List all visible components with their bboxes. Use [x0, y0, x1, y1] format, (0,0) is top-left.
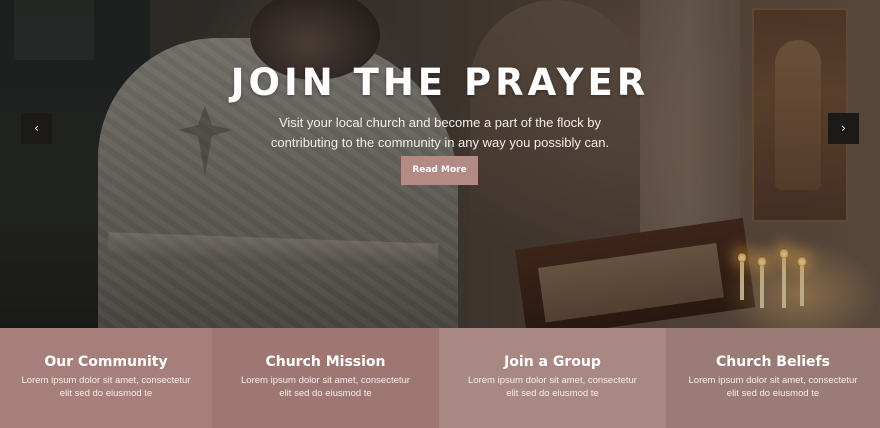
feature-description-line: elit sed do eiusmod te	[506, 388, 599, 399]
chevron-left-icon: ‹	[34, 121, 39, 135]
feature-description-line: elit sed do eiusmod te	[726, 388, 820, 399]
feature-description-line: Lorem ipsum dolor sit amet, consectetur	[688, 375, 858, 386]
feature-description-line: Lorem ipsum dolor sit amet, consectetur	[21, 375, 191, 386]
read-more-button[interactable]: Read More	[401, 156, 478, 185]
slider-next-button[interactable]: ›	[828, 113, 859, 144]
feature-box-our-community[interactable]: Our Community Lorem ipsum dolor sit amet…	[0, 328, 212, 428]
feature-box-church-mission[interactable]: Church Mission Lorem ipsum dolor sit ame…	[212, 328, 439, 428]
feature-box-join-a-group[interactable]: Join a Group Lorem ipsum dolor sit amet,…	[439, 328, 666, 428]
hero-subtitle: Visit your local church and become a par…	[240, 113, 640, 153]
feature-description-line: Lorem ipsum dolor sit amet, consectetur	[241, 375, 410, 386]
feature-box-church-beliefs[interactable]: Church Beliefs Lorem ipsum dolor sit ame…	[666, 328, 880, 428]
hero-subtitle-line: contributing to the community in any way…	[270, 135, 610, 150]
feature-title: Church Beliefs	[716, 354, 830, 370]
feature-description: Lorem ipsum dolor sit amet, consectetur …	[231, 374, 421, 400]
page: JOIN THE PRAYER Visit your local church …	[0, 0, 880, 428]
feature-description-line: elit sed do eiusmod te	[59, 388, 153, 399]
hero-title: JOIN THE PRAYER	[230, 61, 650, 104]
feature-description-line: Lorem ipsum dolor sit amet, consectetur	[468, 375, 637, 386]
feature-description: Lorem ipsum dolor sit amet, consectetur …	[11, 374, 201, 400]
feature-title: Our Community	[44, 354, 168, 370]
feature-title: Church Mission	[265, 354, 386, 370]
feature-description-line: elit sed do eiusmod te	[279, 388, 372, 399]
hero-subtitle-line: Visit your local church and become a par…	[278, 115, 602, 130]
hero-slider: JOIN THE PRAYER Visit your local church …	[0, 0, 880, 328]
feature-description: Lorem ipsum dolor sit amet, consectetur …	[458, 374, 648, 400]
feature-boxes: Our Community Lorem ipsum dolor sit amet…	[0, 328, 880, 428]
feature-title: Join a Group	[504, 354, 601, 370]
feature-description: Lorem ipsum dolor sit amet, consectetur …	[678, 374, 868, 400]
slider-prev-button[interactable]: ‹	[21, 113, 52, 144]
chevron-right-icon: ›	[841, 121, 846, 135]
